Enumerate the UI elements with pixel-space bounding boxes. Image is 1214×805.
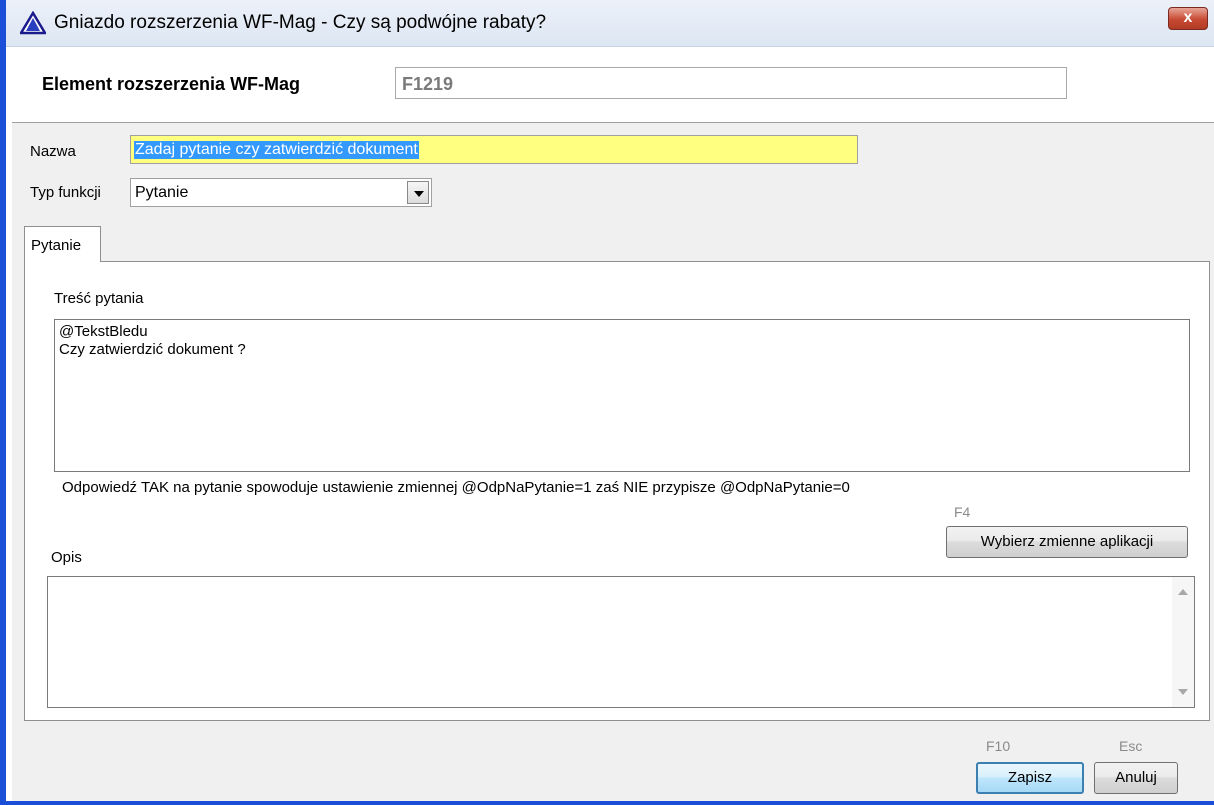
tresc-line: Czy zatwierdzić dokument ? xyxy=(59,341,246,358)
typ-funkcji-value: Pytanie xyxy=(135,184,189,201)
typ-funkcji-label: Typ funkcji xyxy=(30,184,101,201)
opis-label: Opis xyxy=(51,549,82,566)
close-icon: x xyxy=(1183,9,1193,26)
tresc-line: @TekstBledu xyxy=(59,323,148,340)
close-button[interactable]: x xyxy=(1168,7,1208,30)
element-label: Element rozszerzenia WF-Mag xyxy=(42,74,301,94)
f4-hotkey-hint: F4 xyxy=(954,504,971,520)
scroll-up-icon[interactable] xyxy=(1178,589,1188,595)
cancel-button[interactable]: Anuluj xyxy=(1094,762,1178,794)
window-title: Gniazdo rozszerzenia WF-Mag - Czy są pod… xyxy=(54,12,547,33)
save-button[interactable]: Zapisz xyxy=(976,762,1084,794)
dialog-window: Gniazdo rozszerzenia WF-Mag - Czy są pod… xyxy=(0,0,1214,805)
tab-pytanie-label: Pytanie xyxy=(31,237,82,254)
choose-variables-button[interactable]: Wybierz zmienne aplikacji xyxy=(946,526,1188,558)
title-bar[interactable]: Gniazdo rozszerzenia WF-Mag - Czy są pod… xyxy=(6,0,1214,47)
opis-scrollbar[interactable] xyxy=(1172,577,1194,707)
element-header: Element rozszerzenia WF-Mag F1219 xyxy=(12,47,1214,123)
tab-pytanie[interactable]: Pytanie xyxy=(24,226,101,262)
nazwa-label: Nazwa xyxy=(30,143,76,160)
nazwa-value: Zadaj pytanie czy zatwierdzić dokument xyxy=(134,141,419,159)
nazwa-input[interactable]: Zadaj pytanie czy zatwierdzić dokument xyxy=(130,135,858,164)
tab-panel-pytanie: Treść pytania @TekstBledu Czy zatwierdzi… xyxy=(24,261,1210,721)
chevron-down-icon[interactable] xyxy=(407,181,429,204)
scroll-down-icon[interactable] xyxy=(1178,689,1188,695)
answer-info-text: Odpowiedź TAK na pytanie spowoduje ustaw… xyxy=(62,479,850,496)
tresc-pytania-label: Treść pytania xyxy=(54,290,144,307)
form-area: Nazwa Zadaj pytanie czy zatwierdzić doku… xyxy=(12,123,1214,801)
typ-funkcji-select[interactable]: Pytanie xyxy=(130,178,432,207)
esc-hotkey-hint: Esc xyxy=(1119,738,1143,754)
f10-hotkey-hint: F10 xyxy=(986,738,1011,754)
warning-triangle-icon xyxy=(20,11,46,35)
tresc-pytania-textarea[interactable]: @TekstBledu Czy zatwierdzić dokument ? xyxy=(54,319,1190,472)
element-id-field: F1219 xyxy=(395,67,1067,99)
opis-textarea[interactable] xyxy=(47,576,1195,708)
